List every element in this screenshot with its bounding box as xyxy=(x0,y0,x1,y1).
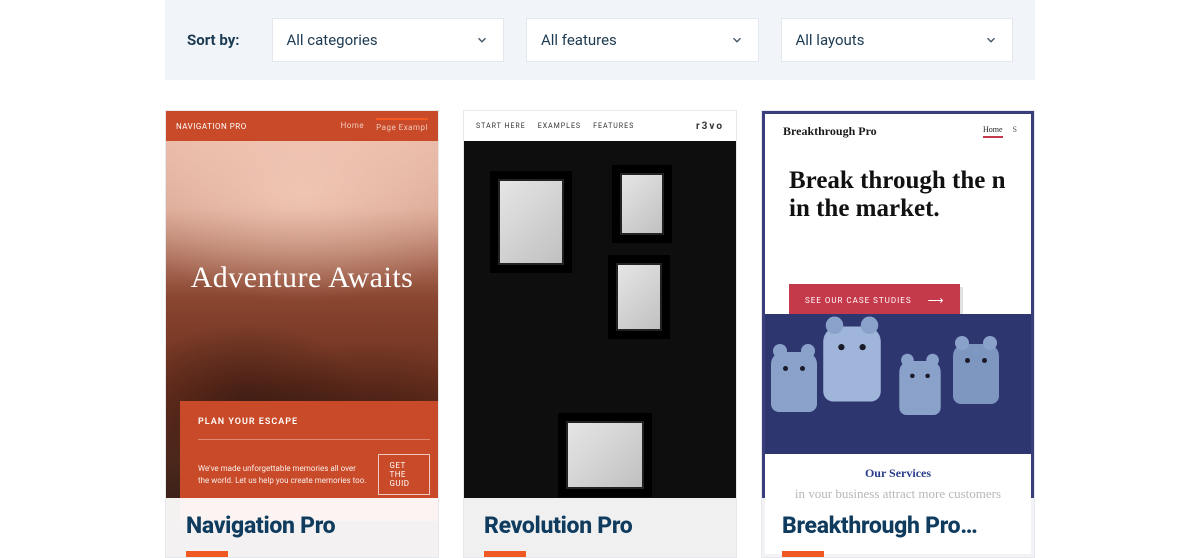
features-dropdown-value: All features xyxy=(541,31,617,49)
chevron-down-icon xyxy=(475,33,489,47)
preview-cta-button: SEE OUR CASE STUDIES ⟶ xyxy=(789,284,960,317)
categories-dropdown[interactable]: All categories xyxy=(272,18,505,62)
preview-brand: Breakthrough Pro xyxy=(783,124,877,139)
theme-title: Revolution Pro xyxy=(484,512,716,539)
theme-title: Breakthrough Pro… xyxy=(782,512,1014,539)
theme-preview: START HERE EXAMPLES FEATURES r3vo xyxy=(464,111,736,557)
layouts-dropdown[interactable]: All layouts xyxy=(781,18,1014,62)
preview-nav-link-page: Page Exampl xyxy=(376,118,428,132)
preview-illustration-bears xyxy=(765,314,1034,454)
building-window-icon xyxy=(612,165,672,243)
theme-title: Navigation Pro xyxy=(186,512,418,539)
theme-caption: Navigation Pro xyxy=(166,498,438,557)
theme-caption: Breakthrough Pro… xyxy=(762,498,1034,557)
preview-panel-button: GET THE GUID xyxy=(378,454,430,495)
preview-hero-heading: Adventure Awaits xyxy=(166,261,438,295)
theme-card-breakthrough-pro[interactable]: Breakthrough Pro Home S Break through th… xyxy=(761,110,1035,558)
categories-dropdown-value: All categories xyxy=(287,31,378,49)
filter-bar: Sort by: All categories All features All… xyxy=(165,0,1035,80)
features-dropdown[interactable]: All features xyxy=(526,18,759,62)
theme-preview: NAVIGATION PRO Home Page Exampl Adventur… xyxy=(166,111,438,557)
theme-card-revolution-pro[interactable]: START HERE EXAMPLES FEATURES r3vo Revolu… xyxy=(463,110,737,558)
preview-brand: NAVIGATION PRO xyxy=(176,122,247,131)
preview-nav-link-home: Home xyxy=(983,125,1003,138)
preview-hero-heading: Break through the n in the market. xyxy=(765,145,1031,222)
building-window-icon xyxy=(608,255,670,339)
preview-hero-canyon: Adventure Awaits PLAN YOUR ESCAPE We've … xyxy=(166,141,438,557)
preview-panel-title: PLAN YOUR ESCAPE xyxy=(198,417,430,440)
accent-strip xyxy=(186,551,228,557)
layouts-dropdown-value: All layouts xyxy=(796,31,865,49)
preview-nav-link-s: S xyxy=(1013,125,1017,138)
theme-caption: Revolution Pro xyxy=(464,498,736,557)
accent-strip xyxy=(484,551,526,557)
preview-cta-label: SEE OUR CASE STUDIES xyxy=(805,296,912,305)
preview-nav-header: START HERE EXAMPLES FEATURES r3vo xyxy=(464,111,736,141)
bear-icon xyxy=(899,361,940,415)
sort-by-label: Sort by: xyxy=(187,31,240,49)
theme-preview: Breakthrough Pro Home S Break through th… xyxy=(762,111,1034,557)
preview-nav-header: NAVIGATION PRO Home Page Exampl xyxy=(166,111,438,141)
building-window-icon xyxy=(558,413,652,497)
preview-nav-header: Breakthrough Pro Home S xyxy=(765,114,1031,145)
bear-icon xyxy=(771,352,817,412)
arrow-right-icon: ⟶ xyxy=(928,294,945,307)
preview-hero-building xyxy=(464,141,736,557)
preview-nav-link-examples: EXAMPLES xyxy=(538,122,581,130)
themes-grid: NAVIGATION PRO Home Page Exampl Adventur… xyxy=(0,110,1200,558)
preview-services-heading: Our Services xyxy=(765,466,1031,481)
accent-strip xyxy=(782,551,824,557)
bear-icon xyxy=(823,327,881,402)
preview-panel-copy: We've made unforgettable memories all ov… xyxy=(198,463,366,485)
chevron-down-icon xyxy=(730,33,744,47)
preview-nav-link-home: Home xyxy=(341,121,365,132)
preview-brand: r3vo xyxy=(696,121,724,132)
building-window-icon xyxy=(490,171,572,273)
chevron-down-icon xyxy=(984,33,998,47)
theme-card-navigation-pro[interactable]: NAVIGATION PRO Home Page Exampl Adventur… xyxy=(165,110,439,558)
preview-nav-link-features: FEATURES xyxy=(593,122,634,130)
preview-nav-link-start: START HERE xyxy=(476,122,526,130)
bear-icon xyxy=(953,344,999,404)
